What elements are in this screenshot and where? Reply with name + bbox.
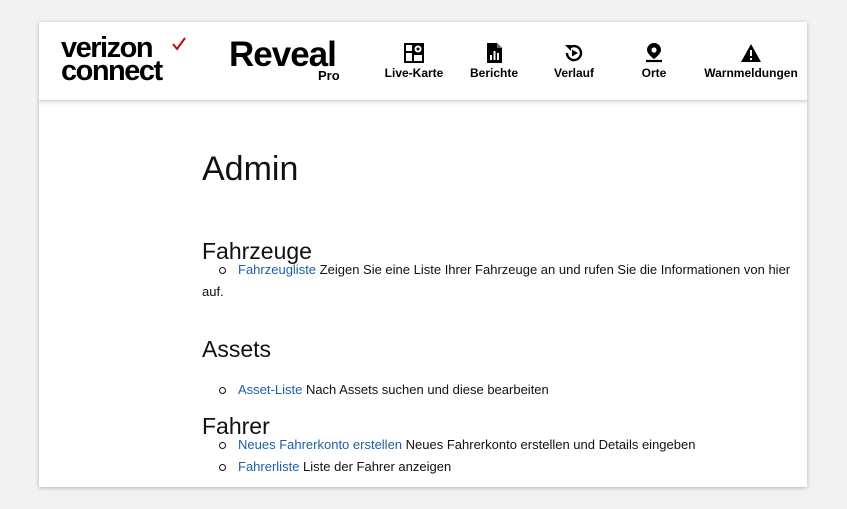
neues-fahrerkonto-link[interactable]: Neues Fahrerkonto erstellen	[238, 437, 402, 452]
section-title-assets: Assets	[202, 336, 272, 363]
nav-berichte[interactable]: Berichte	[454, 22, 534, 100]
brand-line-2: connect	[61, 55, 163, 87]
bullet	[219, 267, 226, 274]
list-item: Fahrzeugliste Zeigen Sie eine Liste Ihre…	[202, 259, 797, 303]
list-item: Asset-Liste Nach Assets suchen und diese…	[202, 379, 797, 401]
product-tier: Pro	[318, 68, 340, 83]
list-item: Neues Fahrerkonto erstellen Neues Fahrer…	[202, 434, 797, 456]
nav-verlauf[interactable]: Verlauf	[534, 22, 614, 100]
bullet	[219, 387, 226, 394]
map-icon	[404, 43, 424, 63]
app-window: verizon connect Reveal Pro Live-Karte Be…	[39, 22, 807, 487]
nav-warnmeldungen[interactable]: Warnmeldungen	[695, 22, 807, 100]
bullet	[219, 464, 226, 471]
nav-label-verlauf: Verlauf	[553, 66, 595, 80]
checkmark-icon	[172, 37, 186, 51]
nav-label-warnmeldungen: Warnmeldungen	[704, 66, 798, 80]
nav-label-berichte: Berichte	[469, 66, 519, 80]
list-item: Fahrerliste Liste der Fahrer anzeigen	[202, 456, 797, 478]
bullet	[219, 442, 226, 449]
nav-live-karte[interactable]: Live-Karte	[374, 22, 454, 100]
report-icon	[487, 43, 502, 63]
history-icon	[565, 44, 583, 62]
location-pin-icon	[646, 43, 662, 63]
nav-orte[interactable]: Orte	[614, 22, 694, 100]
nav-label-orte: Orte	[641, 66, 667, 80]
warning-icon	[741, 44, 761, 62]
asset-liste-link[interactable]: Asset-Liste	[238, 382, 302, 397]
page-title: Admin	[202, 149, 299, 188]
fahrzeugliste-link[interactable]: Fahrzeugliste	[238, 262, 316, 277]
reveal-pro-logo: Reveal Pro	[229, 36, 349, 86]
verizon-connect-logo[interactable]: verizon connect	[61, 34, 189, 87]
item-description: Neues Fahrerkonto erstellen und Details …	[405, 437, 696, 452]
nav-label-live-karte: Live-Karte	[384, 66, 444, 80]
fahrerliste-link[interactable]: Fahrerliste	[238, 459, 299, 474]
item-description: Nach Assets suchen und diese bearbeiten	[305, 382, 549, 397]
top-header: verizon connect Reveal Pro Live-Karte Be…	[39, 22, 807, 101]
item-description: Liste der Fahrer anzeigen	[303, 459, 452, 474]
